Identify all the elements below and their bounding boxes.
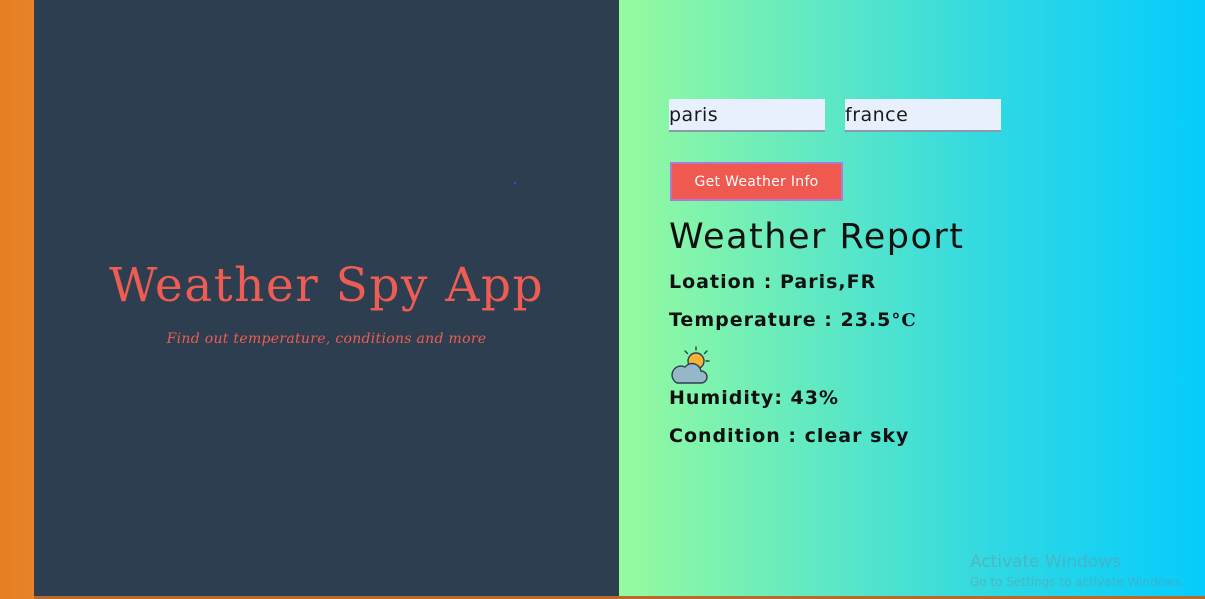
right-panel: Get Weather Info Weather Report Loation …	[619, 0, 1205, 596]
left-panel: Weather Spy App Find out temperature, co…	[34, 0, 619, 596]
get-weather-button[interactable]: Get Weather Info	[670, 162, 843, 201]
partly-cloudy-day-icon	[671, 346, 710, 384]
stray-dot	[514, 182, 516, 184]
window-frame-left	[0, 0, 34, 599]
country-input[interactable]	[845, 99, 1001, 132]
weather-report-title: Weather Report	[669, 217, 965, 257]
watermark-subtitle: Go to Settings to activate Windows.	[970, 575, 1185, 589]
app-title: Weather Spy App	[108, 258, 545, 313]
temperature-unit: °C	[891, 310, 917, 331]
watermark-title: Activate Windows	[970, 552, 1121, 572]
temperature-text: Temperature : 23.5	[669, 309, 892, 331]
app-subtitle: Find out temperature, conditions and mor…	[166, 331, 487, 347]
city-input[interactable]	[669, 99, 825, 132]
activate-windows-watermark: Activate Windows Go to Settings to activ…	[970, 552, 1185, 589]
location-text: Loation : Paris,FR	[669, 271, 877, 293]
temperature-row: Temperature : 23.5°C	[669, 309, 917, 331]
condition-text: Condition : clear sky	[669, 425, 910, 447]
humidity-text: Humidity: 43%	[669, 387, 840, 409]
